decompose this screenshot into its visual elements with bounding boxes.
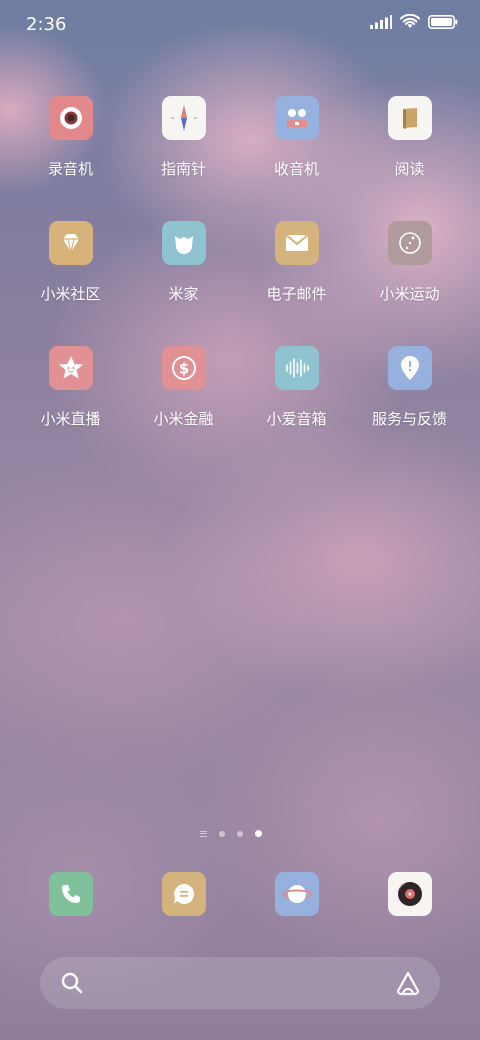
mail-icon[interactable] [274, 221, 319, 265]
page-dot[interactable] [219, 830, 225, 837]
soundwave-icon[interactable] [274, 346, 319, 390]
page-indicator[interactable] [200, 830, 262, 837]
app-mi-community[interactable]: 小米社区 [14, 221, 127, 346]
app-label: 小米金融 [153, 410, 214, 428]
radio-icon[interactable] [274, 96, 319, 140]
svg-text:$: $ [178, 360, 188, 378]
app-mi-live[interactable]: 小米直播 [14, 346, 127, 471]
app-mijia[interactable]: 米家 [127, 221, 240, 346]
app-recorder[interactable]: 录音机 [14, 96, 127, 221]
message-icon[interactable] [161, 872, 206, 916]
xiaoai-assistant-icon[interactable] [394, 969, 422, 997]
app-label: 米家 [168, 285, 199, 303]
app-label: 录音机 [47, 160, 93, 178]
browser-planet-icon[interactable] [274, 872, 319, 916]
music-disc-icon[interactable] [387, 872, 432, 916]
app-label: 收音机 [273, 160, 319, 178]
fitness-icon[interactable] [387, 221, 432, 265]
star-face-icon[interactable] [48, 346, 93, 390]
phone-icon[interactable] [48, 872, 93, 916]
app-radio[interactable]: 收音机 [240, 96, 353, 221]
dock [14, 872, 466, 916]
app-grid: 录音机 指南针 收音机 阅读 小米社区 米家 电子邮件 小米运动 小米直播 $ … [14, 96, 466, 471]
search-icon[interactable] [60, 971, 84, 995]
feedback-pin-icon[interactable] [387, 346, 432, 390]
app-reader[interactable]: 阅读 [353, 96, 466, 221]
diamond-icon[interactable] [48, 221, 93, 265]
wifi-icon [400, 14, 420, 28]
app-mi-fitness[interactable]: 小米运动 [353, 221, 466, 346]
mijia-icon[interactable] [161, 221, 206, 265]
app-label: 小爱音箱 [266, 410, 327, 428]
app-label: 指南针 [160, 160, 206, 178]
recorder-icon[interactable] [48, 96, 93, 140]
search-bar[interactable] [40, 957, 440, 1009]
app-label: 小米运动 [379, 285, 440, 303]
page-dot-active[interactable] [255, 830, 262, 837]
app-mi-finance[interactable]: $ 小米金融 [127, 346, 240, 471]
dollar-icon[interactable]: $ [161, 346, 206, 390]
app-xiaoai-speaker[interactable]: 小爱音箱 [240, 346, 353, 471]
battery-icon [428, 14, 458, 29]
book-icon[interactable] [387, 96, 432, 140]
app-label: 小米直播 [40, 410, 101, 428]
status-time: 2:36 [26, 14, 67, 35]
app-email[interactable]: 电子邮件 [240, 221, 353, 346]
compass-icon[interactable] [161, 96, 206, 140]
app-label: 小米社区 [40, 285, 101, 303]
app-compass[interactable]: 指南针 [127, 96, 240, 221]
app-service-feedback[interactable]: 服务与反馈 [353, 346, 466, 471]
page-list-icon [200, 830, 207, 837]
app-label: 阅读 [394, 160, 425, 178]
signal-icon [370, 14, 392, 29]
status-icons [370, 14, 458, 29]
page-dot[interactable] [237, 830, 243, 837]
status-bar: 2:36 [0, 0, 480, 50]
app-label: 电子邮件 [266, 285, 327, 303]
app-label: 服务与反馈 [371, 410, 447, 428]
